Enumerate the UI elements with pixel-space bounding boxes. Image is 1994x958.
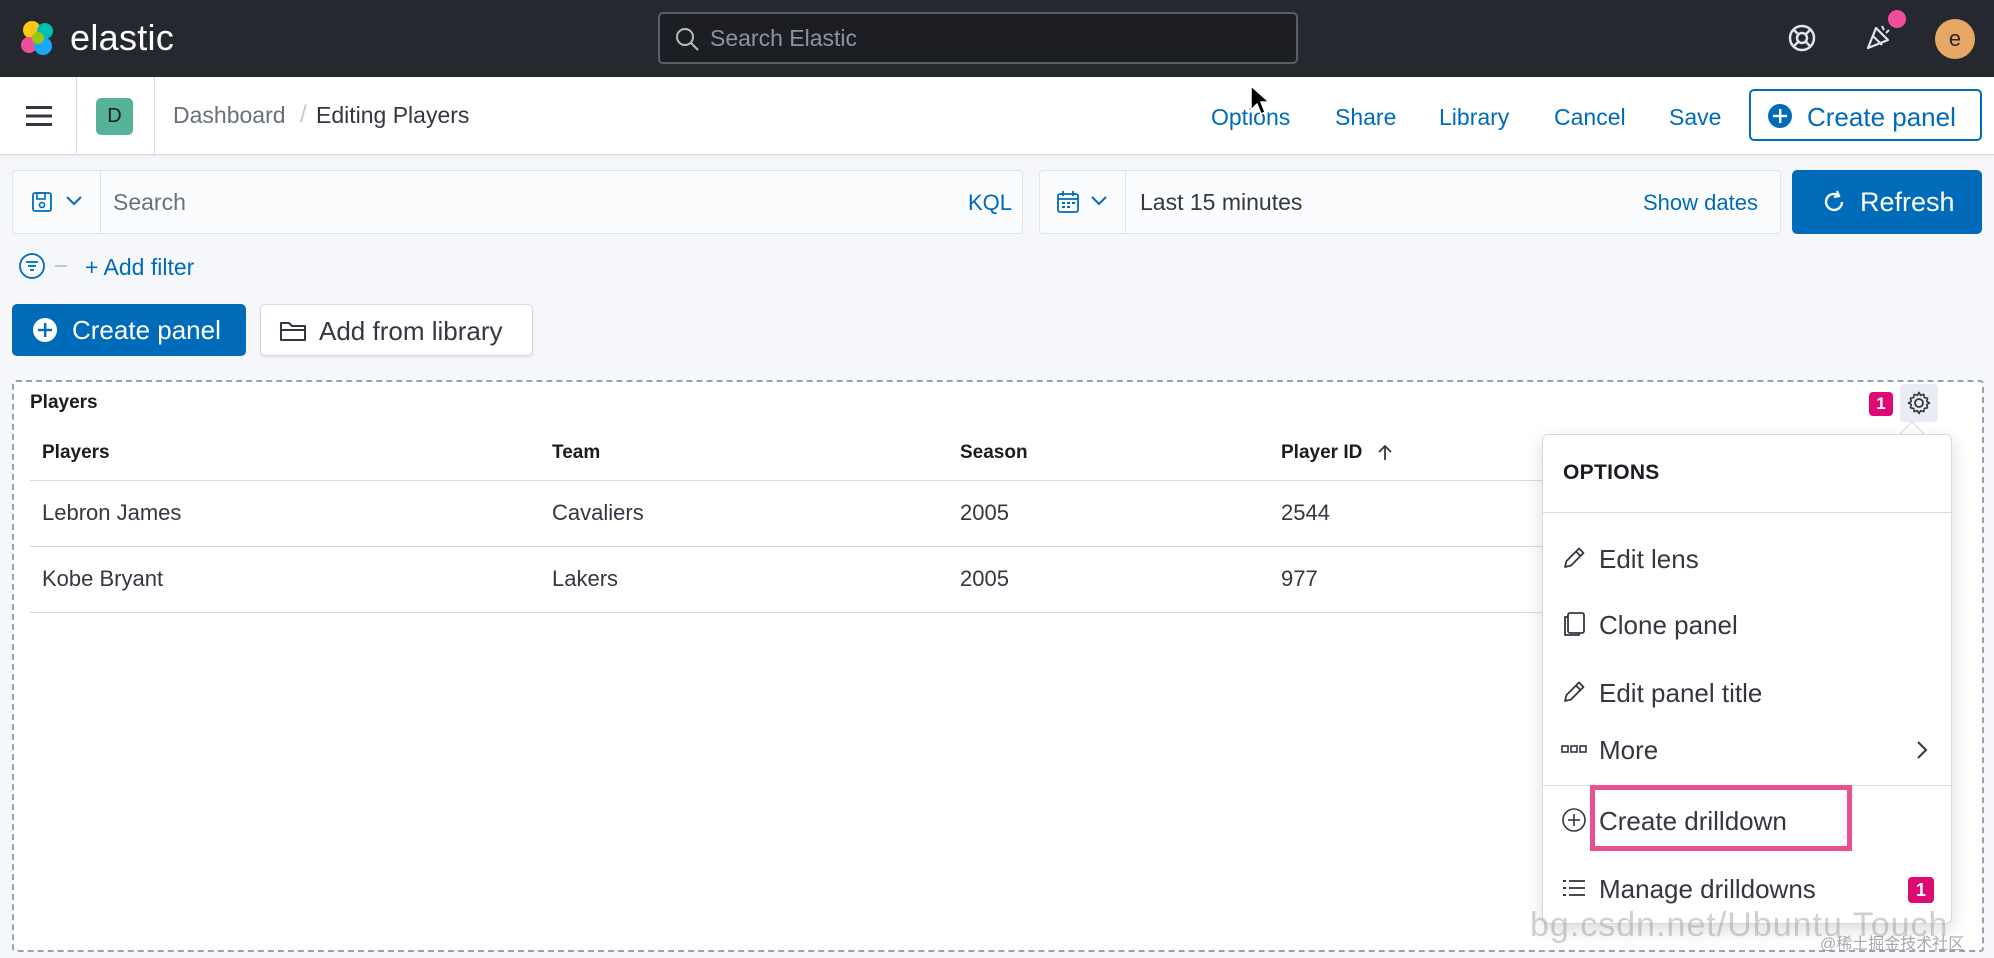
library-link[interactable]: Library bbox=[1439, 104, 1509, 131]
menu-item-edit-lens[interactable]: Edit lens bbox=[1543, 526, 1951, 592]
annotation-highlight-box bbox=[1590, 785, 1852, 851]
save-icon bbox=[32, 192, 52, 212]
cancel-link[interactable]: Cancel bbox=[1554, 104, 1626, 131]
chevron-down-icon bbox=[66, 196, 82, 206]
options-menu-header: OPTIONS bbox=[1543, 435, 1951, 513]
brand-name[interactable]: elastic bbox=[70, 17, 174, 59]
create-panel-button[interactable]: Create panel bbox=[12, 304, 246, 356]
table-cell: Kobe Bryant bbox=[30, 546, 540, 613]
folder-icon bbox=[280, 322, 306, 341]
elastic-logo-icon[interactable] bbox=[18, 18, 58, 58]
table-cell: Lakers bbox=[540, 546, 948, 613]
mouse-cursor-icon bbox=[1250, 85, 1270, 115]
divider bbox=[55, 265, 67, 267]
boxes-horizontal-icon bbox=[1561, 745, 1587, 753]
drilldown-count-badge: 1 bbox=[1908, 877, 1934, 903]
gear-icon bbox=[1907, 391, 1931, 415]
list-icon bbox=[1563, 880, 1585, 896]
column-header-player-id[interactable]: Player ID bbox=[1269, 426, 1560, 481]
add-from-library-button[interactable]: Add from library bbox=[260, 304, 533, 356]
pencil-icon bbox=[1564, 547, 1585, 568]
watermark-subtext: @稀土掘金技术社区 bbox=[1820, 936, 1965, 953]
menu-item-clone-panel[interactable]: Clone panel bbox=[1543, 592, 1951, 658]
panel-options-button[interactable] bbox=[1900, 384, 1938, 422]
table-header-row: Players Team Season Player ID bbox=[30, 426, 1560, 481]
global-search[interactable] bbox=[658, 12, 1298, 64]
column-header-team[interactable]: Team bbox=[540, 426, 948, 481]
share-link[interactable]: Share bbox=[1335, 104, 1396, 131]
notification-dot bbox=[1888, 10, 1906, 28]
breadcrumb-separator: / bbox=[300, 101, 307, 128]
refresh-label: Refresh bbox=[1860, 187, 1955, 217]
date-picker: Last 15 minutes Show dates bbox=[1039, 170, 1781, 234]
plus-in-circle-icon bbox=[1562, 808, 1586, 832]
panel-title: Players bbox=[30, 392, 98, 413]
global-search-input[interactable] bbox=[710, 14, 1290, 62]
query-search-input[interactable] bbox=[113, 181, 933, 223]
divider bbox=[154, 77, 155, 155]
chevron-right-icon bbox=[1917, 741, 1928, 759]
show-dates-link[interactable]: Show dates bbox=[1643, 190, 1758, 216]
space-avatar[interactable]: D bbox=[96, 98, 133, 135]
plus-circle-icon bbox=[1768, 104, 1792, 128]
filter-icon[interactable] bbox=[18, 252, 46, 280]
app-bar: D Dashboard / Editing Players Options Sh… bbox=[0, 77, 1994, 155]
calendar-icon bbox=[1057, 191, 1079, 213]
drilldown-count-badge: 1 bbox=[1869, 392, 1893, 416]
help-icon[interactable] bbox=[1786, 22, 1818, 54]
pencil-icon bbox=[1564, 681, 1585, 702]
save-link[interactable]: Save bbox=[1669, 104, 1721, 131]
add-from-library-label: Add from library bbox=[319, 316, 503, 346]
table-cell: Lebron James bbox=[30, 480, 540, 547]
query-language-button[interactable]: KQL bbox=[968, 190, 1012, 216]
breadcrumb-current: Editing Players bbox=[316, 102, 470, 128]
search-icon bbox=[676, 28, 699, 51]
menu-icon[interactable] bbox=[24, 103, 54, 129]
table-cell: 2005 bbox=[948, 546, 1269, 613]
saved-query-menu[interactable] bbox=[13, 171, 101, 233]
sort-ascending-icon bbox=[1377, 444, 1392, 460]
plus-circle-icon bbox=[33, 318, 57, 342]
create-panel-header-button[interactable]: Create panel bbox=[1749, 89, 1982, 141]
table-cell: 977 bbox=[1269, 546, 1560, 613]
table-cell: 2544 bbox=[1269, 480, 1560, 547]
menu-item-more[interactable]: More bbox=[1543, 717, 1951, 783]
add-filter-button[interactable]: + Add filter bbox=[85, 254, 194, 281]
players-table: Players Team Season Player ID Lebron Jam… bbox=[30, 426, 1560, 613]
chevron-down-icon bbox=[1091, 196, 1107, 206]
column-header-season[interactable]: Season bbox=[948, 426, 1269, 481]
quick-date-menu[interactable] bbox=[1040, 171, 1126, 233]
user-avatar[interactable]: e bbox=[1935, 19, 1975, 59]
refresh-icon bbox=[1824, 190, 1844, 212]
table-cell: Cavaliers bbox=[540, 480, 948, 547]
date-range-text[interactable]: Last 15 minutes bbox=[1140, 189, 1302, 216]
global-header: elastic e bbox=[0, 0, 1994, 77]
divider bbox=[76, 77, 77, 155]
table-row: Lebron James Cavaliers 2005 2544 bbox=[30, 480, 1560, 547]
query-bar: KQL bbox=[12, 170, 1023, 234]
create-panel-header-label: Create panel bbox=[1807, 102, 1956, 132]
refresh-button[interactable]: Refresh bbox=[1792, 170, 1982, 234]
table-cell: 2005 bbox=[948, 480, 1269, 547]
copy-icon bbox=[1564, 612, 1585, 636]
column-header-players[interactable]: Players bbox=[30, 426, 540, 481]
table-row: Kobe Bryant Lakers 2005 977 bbox=[30, 546, 1560, 613]
breadcrumb-dashboard[interactable]: Dashboard bbox=[173, 102, 286, 129]
options-menu-title: OPTIONS bbox=[1563, 461, 1660, 484]
create-panel-label: Create panel bbox=[72, 315, 221, 345]
